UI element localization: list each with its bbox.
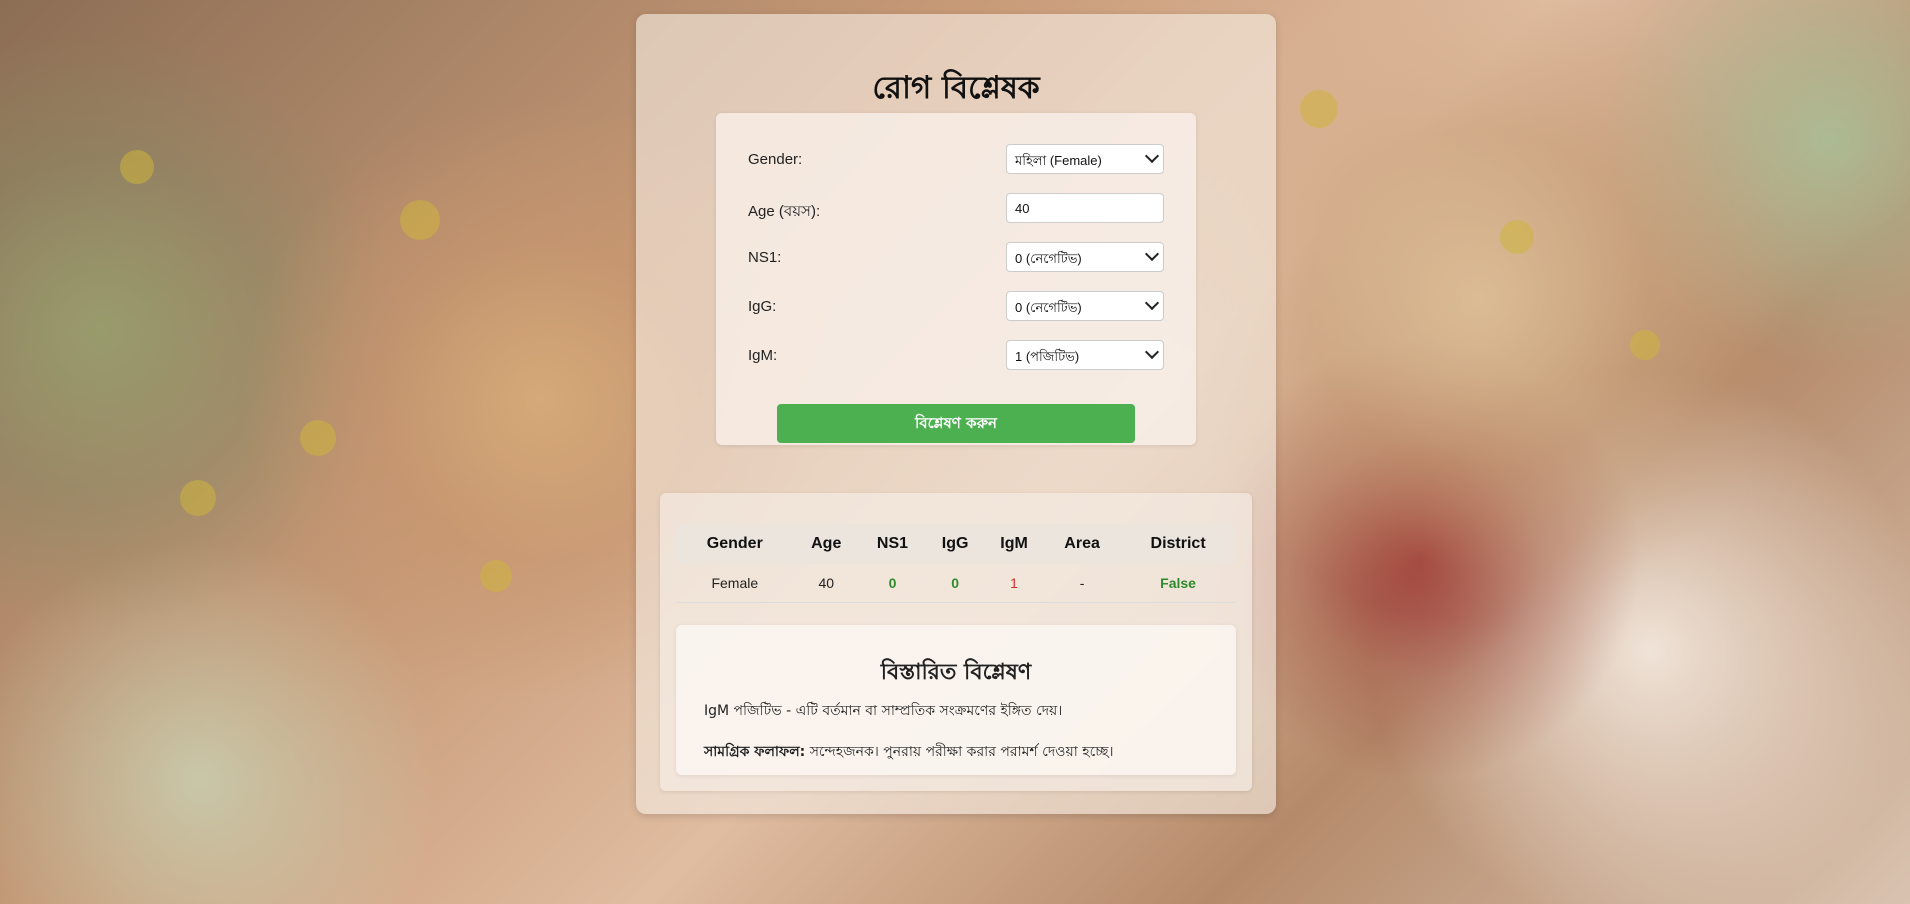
input-form: Gender: মহিলা (Female) Age (বয়স): 40 NS… — [716, 113, 1196, 445]
detail-summary: সামগ্রিক ফলাফল: সন্দেহজনক। পুনরায় পরীক্… — [704, 740, 1113, 764]
chevron-down-icon — [1144, 246, 1160, 262]
summary-text: সন্দেহজনক। পুনরায় পরীক্ষা করার পরামর্শ … — [809, 744, 1114, 760]
cell-area: - — [1044, 564, 1121, 603]
cell-age: 40 — [793, 564, 859, 603]
chevron-down-icon — [1144, 344, 1160, 360]
age-label: Age (বয়স): — [748, 203, 821, 220]
age-input[interactable]: 40 — [1006, 193, 1164, 223]
table-row: Female 40 0 0 1 - False — [676, 564, 1236, 603]
cell-igm: 1 — [984, 564, 1045, 603]
analyze-button[interactable]: বিশ্লেষণ করুন — [777, 404, 1135, 443]
detail-analysis: বিস্তারিত বিশ্লেষণ IgM পজিটিভ - এটি বর্ত… — [676, 625, 1236, 775]
header-igg: IgG — [926, 524, 985, 564]
age-row: Age (বয়স): 40 — [748, 193, 1164, 223]
ns1-select[interactable]: 0 (নেগেটিভ) — [1006, 242, 1164, 272]
cell-ns1: 0 — [858, 564, 927, 603]
header-area: Area — [1044, 524, 1121, 564]
header-gender: Gender — [676, 524, 794, 564]
chevron-down-icon — [1144, 148, 1160, 164]
header-ns1: NS1 — [858, 524, 927, 564]
ns1-select-value: 0 (নেগেটিভ) — [1015, 251, 1082, 266]
cell-district: False — [1120, 564, 1236, 603]
main-panel: রোগ বিশ্লেষক Gender: মহিলা (Female) Age … — [636, 14, 1276, 814]
chevron-down-icon — [1144, 295, 1160, 311]
igm-row: IgM: 1 (পজিটিভ) — [748, 340, 1164, 370]
background-virus-decoration — [300, 420, 336, 456]
ns1-row: NS1: 0 (নেগেটিভ) — [748, 242, 1164, 272]
background-virus-decoration — [1630, 330, 1660, 360]
igg-row: IgG: 0 (নেগেটিভ) — [748, 291, 1164, 321]
page-title: রোগ বিশ্লেষক — [872, 70, 1040, 106]
igm-select-value: 1 (পজিটিভ) — [1015, 349, 1080, 364]
background-virus-decoration — [480, 560, 512, 592]
igg-label: IgG: — [748, 298, 777, 315]
summary-label: সামগ্রিক ফলাফল: — [704, 744, 806, 760]
table-header-row: Gender Age NS1 IgG IgM Area District — [676, 524, 1236, 564]
igg-select-value: 0 (নেগেটিভ) — [1015, 300, 1082, 315]
result-table: Gender Age NS1 IgG IgM Area District Fem… — [676, 524, 1236, 603]
gender-label: Gender: — [748, 151, 803, 168]
header-age: Age — [793, 524, 859, 564]
background-virus-decoration — [1500, 220, 1534, 254]
ns1-label: NS1: — [748, 249, 782, 266]
cell-gender: Female — [676, 564, 794, 603]
gender-select-value: মহিলা (Female) — [1015, 153, 1102, 168]
igm-label: IgM: — [748, 347, 778, 364]
result-card: Gender Age NS1 IgG IgM Area District Fem… — [660, 493, 1252, 791]
gender-row: Gender: মহিলা (Female) — [748, 144, 1164, 174]
background-virus-decoration — [1300, 90, 1338, 128]
background-virus-decoration — [120, 150, 154, 184]
igm-select[interactable]: 1 (পজিটিভ) — [1006, 340, 1164, 370]
background-virus-decoration — [180, 480, 216, 516]
detail-igm-note: IgM পজিটিভ - এটি বর্তমান বা সাম্প্রতিক স… — [704, 703, 1063, 719]
header-igm: IgM — [984, 524, 1045, 564]
igg-select[interactable]: 0 (নেগেটিভ) — [1006, 291, 1164, 321]
background-virus-decoration — [400, 200, 440, 240]
detail-title: বিস্তারিত বিশ্লেষণ — [880, 659, 1032, 685]
gender-select[interactable]: মহিলা (Female) — [1006, 144, 1164, 174]
age-input-value: 40 — [1015, 201, 1030, 216]
header-district: District — [1120, 524, 1236, 564]
cell-igg: 0 — [926, 564, 985, 603]
